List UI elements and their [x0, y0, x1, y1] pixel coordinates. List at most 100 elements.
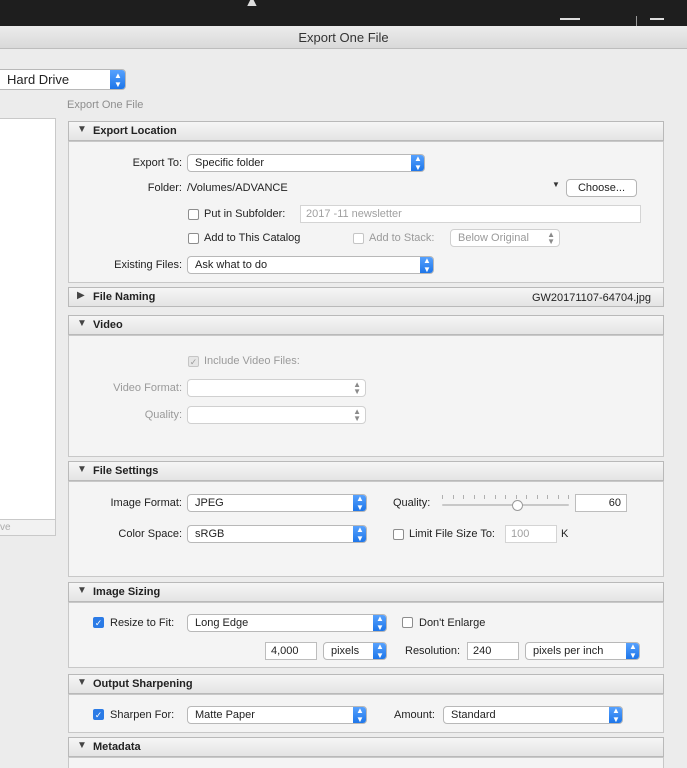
slider-tick [547, 495, 548, 499]
quality-label: Quality: [393, 497, 431, 509]
updown-chevron-icon: ▲ ▼ [420, 257, 433, 273]
file-name-preview: GW20171107-64704.jpg [531, 292, 651, 304]
slider-ticks [442, 494, 569, 500]
preset-list[interactable] [0, 118, 56, 536]
window-title: Export One File [0, 26, 687, 49]
resolution-field[interactable]: 240 [467, 642, 519, 660]
sharpen-for-select[interactable]: Matte Paper ▲ ▼ [187, 706, 367, 724]
include-video-checkbox[interactable]: ✓ [188, 356, 199, 367]
video-quality-select[interactable]: ▲ ▼ [187, 406, 366, 424]
slider-tick [495, 495, 496, 499]
updown-chevron-icon: ▲ ▼ [373, 643, 386, 659]
slider-tick [442, 495, 443, 499]
size-units-select[interactable]: pixels ▲ ▼ [323, 642, 387, 660]
slider-tick [453, 495, 454, 499]
select-value: Matte Paper [195, 709, 255, 721]
resize-to-fit-checkbox[interactable]: ✓ [93, 617, 104, 628]
resolution-label: Resolution: [405, 645, 461, 657]
output-sharpening-header[interactable]: ▼ Output Sharpening [68, 674, 664, 694]
section-title: Output Sharpening [93, 678, 193, 690]
updown-chevron-icon: ▲ ▼ [609, 707, 622, 723]
updown-chevron-icon: ▲ ▼ [110, 70, 125, 89]
slider-track [442, 504, 569, 506]
breadcrumb: Export One File [67, 99, 144, 111]
image-sizing-header[interactable]: ▼ Image Sizing [68, 582, 664, 602]
subfolder-label: Put in Subfolder: [204, 208, 286, 220]
quality-slider[interactable] [442, 494, 569, 511]
resolution-units-select[interactable]: pixels per inch ▲ ▼ [525, 642, 640, 660]
arrow-up-icon: ▲ [244, 0, 260, 10]
section-title: Export Location [93, 125, 177, 137]
resize-mode-select[interactable]: Long Edge ▲ ▼ [187, 614, 387, 632]
updown-chevron-icon: ▲ ▼ [411, 155, 424, 171]
add-stack-label: Add to Stack: [369, 232, 435, 244]
slider-tick [505, 495, 506, 499]
subfolder-checkbox[interactable] [188, 209, 199, 220]
disclosure-open-icon: ▼ [77, 740, 87, 751]
add-stack-checkbox[interactable] [353, 233, 364, 244]
add-catalog-label: Add to This Catalog [204, 232, 301, 244]
stack-position-select[interactable]: Below Original ▲ ▼ [450, 229, 560, 247]
color-space-label: Color Space: [118, 528, 182, 540]
slider-thumb[interactable] [512, 500, 523, 511]
file-naming-header[interactable]: ▶ File Naming GW20171107-64704.jpg [68, 287, 664, 307]
updown-chevron-icon: ▲ ▼ [353, 495, 366, 511]
video-format-label: Video Format: [113, 382, 182, 394]
subfolder-field[interactable]: 2017 -11 newsletter [300, 205, 641, 223]
limit-size-checkbox[interactable] [393, 529, 404, 540]
limit-size-field[interactable]: 100 [505, 525, 557, 543]
image-format-select[interactable]: JPEG ▲ ▼ [187, 494, 367, 512]
select-value: pixels per inch [533, 645, 604, 657]
export-folder-type-select[interactable]: Specific folder ▲ ▼ [187, 154, 425, 172]
updown-chevron-icon: ▲ ▼ [626, 643, 639, 659]
slider-tick [484, 495, 485, 499]
export-to-select[interactable]: Hard Drive ▲ ▼ [0, 69, 126, 90]
dont-enlarge-checkbox[interactable] [402, 617, 413, 628]
export-to-label: Export To: [132, 157, 182, 169]
export-location-header[interactable]: ▼ Export Location [68, 121, 664, 141]
long-edge-size-field[interactable]: 4,000 [265, 642, 317, 660]
select-value: pixels [331, 645, 360, 657]
updown-chevron-icon: ▲ ▼ [353, 407, 361, 423]
disclosure-open-icon: ▼ [77, 585, 87, 596]
disclosure-open-icon: ▼ [77, 677, 87, 688]
sharpen-for-checkbox[interactable]: ✓ [93, 709, 104, 720]
section-title: Video [93, 319, 123, 331]
existing-files-label: Existing Files: [114, 259, 182, 271]
slider-tick [463, 495, 464, 499]
export-to-value: Hard Drive [7, 72, 70, 87]
select-value: sRGB [195, 528, 225, 540]
video-header[interactable]: ▼ Video [68, 315, 664, 335]
amount-select[interactable]: Standard ▲ ▼ [443, 706, 623, 724]
folder-path: /Volumes/ADVANCE [187, 182, 288, 194]
section-title: Metadata [93, 741, 141, 753]
color-space-select[interactable]: sRGB ▲ ▼ [187, 525, 367, 543]
footer-label: ve [0, 522, 11, 533]
slider-tick [568, 495, 569, 499]
video-panel [68, 335, 664, 457]
sharpen-for-label: Sharpen For: [110, 709, 175, 721]
video-format-select[interactable]: ▲ ▼ [187, 379, 366, 397]
updown-chevron-icon: ▲ ▼ [353, 526, 366, 542]
app-top-strip: ▲ [0, 0, 687, 26]
select-value: Standard [451, 709, 496, 721]
dont-enlarge-label: Don't Enlarge [419, 617, 486, 629]
existing-files-select[interactable]: Ask what to do ▲ ▼ [187, 256, 434, 274]
video-quality-label: Quality: [144, 409, 182, 421]
select-value: Long Edge [195, 617, 249, 629]
section-title: Image Sizing [93, 586, 161, 598]
preset-list-footer-button[interactable]: ve [0, 519, 56, 536]
folder-dropdown-icon[interactable]: ▼ [552, 180, 560, 189]
section-title: File Settings [93, 465, 159, 477]
disclosure-open-icon: ▼ [77, 464, 87, 475]
choose-button[interactable]: Choose... [566, 179, 637, 197]
updown-chevron-icon: ▲ ▼ [547, 230, 555, 246]
slider-tick [526, 495, 527, 499]
file-settings-header[interactable]: ▼ File Settings [68, 461, 664, 481]
quality-field[interactable]: 60 [575, 494, 627, 512]
slider-tick [558, 495, 559, 499]
metadata-header[interactable]: ▼ Metadata [68, 737, 664, 757]
add-catalog-checkbox[interactable] [188, 233, 199, 244]
select-value: JPEG [195, 497, 224, 509]
include-video-label: Include Video Files: [204, 355, 300, 367]
